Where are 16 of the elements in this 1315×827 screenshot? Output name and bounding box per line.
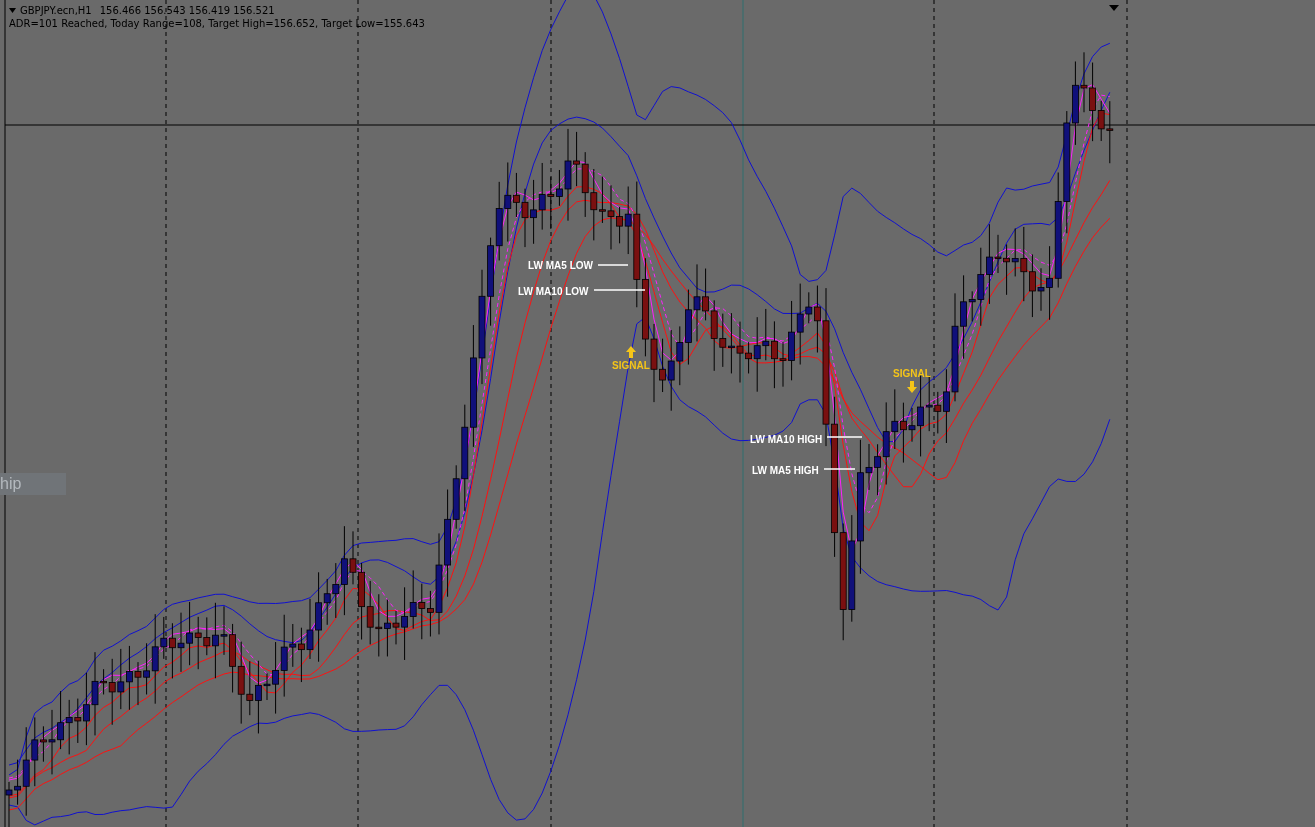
leader-line bbox=[597, 264, 629, 266]
down-arrow-icon bbox=[906, 381, 917, 393]
leader-line bbox=[593, 289, 646, 291]
leader-line bbox=[823, 468, 856, 470]
signal-label: SIGNAL bbox=[893, 367, 931, 381]
up-arrow-icon bbox=[625, 346, 636, 358]
signal-label: SIGNAL bbox=[612, 359, 650, 373]
annotation-label: LW MA10 HIGH bbox=[750, 433, 823, 447]
leader-line bbox=[826, 436, 863, 438]
annotation-label: LW MA5 HIGH bbox=[752, 464, 819, 478]
symbol-label: GBPJPY.ecn,H1 bbox=[20, 4, 92, 17]
annotation-label: LW MA10 LOW bbox=[518, 285, 589, 299]
price-readout: 156.466 156.543 156.419 156.521 bbox=[99, 4, 275, 17]
shift-marker-icon bbox=[1109, 5, 1119, 11]
dropdown-icon[interactable] bbox=[9, 8, 16, 13]
indicator-text: ADR=101 Reached, Today Range=108, Target High=156.652, Target Low=155.643 bbox=[9, 18, 425, 29]
